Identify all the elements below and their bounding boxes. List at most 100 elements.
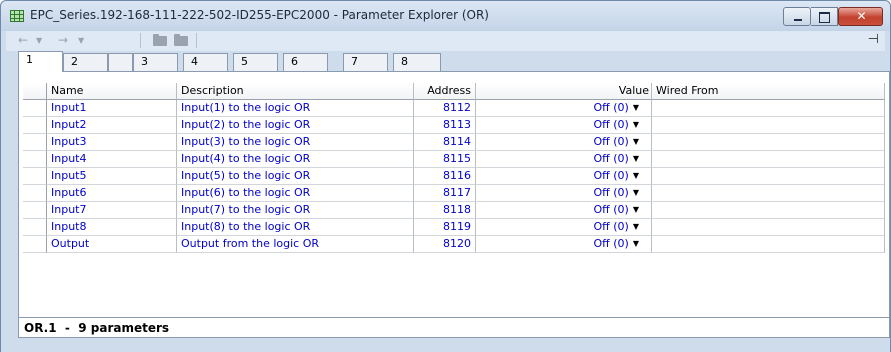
row-selector[interactable] — [23, 185, 47, 202]
maximize-button[interactable] — [811, 7, 838, 26]
param-address: 8120 — [414, 236, 476, 253]
param-address: 8113 — [414, 117, 476, 134]
param-description: Input(2) to the logic OR — [177, 117, 414, 134]
title-bar[interactable]: EPC_Series.192-168-111-222-502-ID255-EPC… — [1, 1, 890, 31]
param-wired-from — [652, 236, 885, 253]
row-selector[interactable] — [23, 151, 47, 168]
param-value-select[interactable]: Off (0) ▼ — [476, 168, 652, 185]
tab-7[interactable]: 7 — [343, 53, 388, 71]
table-row[interactable]: Input3 Input(3) to the logic OR 8114 Off… — [23, 134, 886, 151]
row-selector[interactable] — [23, 134, 47, 151]
param-value: Off (0) — [593, 135, 629, 148]
param-name: Input5 — [47, 168, 177, 185]
param-address: 8118 — [414, 202, 476, 219]
row-selector-header[interactable] — [23, 83, 47, 100]
param-wired-from — [652, 100, 885, 117]
tab-1[interactable]: 1 — [18, 51, 63, 72]
table-row[interactable]: Input8 Input(8) to the logic OR 8119 Off… — [23, 219, 886, 236]
table-row[interactable]: Input6 Input(6) to the logic OR 8117 Off… — [23, 185, 886, 202]
tab-8[interactable]: 8 — [393, 53, 441, 71]
column-header-description[interactable]: Description — [177, 83, 414, 100]
param-description: Input(5) to the logic OR — [177, 168, 414, 185]
param-address: 8114 — [414, 134, 476, 151]
chevron-down-icon[interactable]: ▼ — [633, 120, 639, 129]
tab-4[interactable]: 4 — [183, 53, 228, 71]
chevron-down-icon[interactable]: ▼ — [633, 154, 639, 163]
forward-arrow-icon[interactable]: → — [58, 33, 68, 48]
toolbar-separator — [140, 33, 141, 48]
row-selector[interactable] — [23, 202, 47, 219]
param-value: Off (0) — [593, 237, 629, 250]
param-value: Off (0) — [593, 101, 629, 114]
row-selector[interactable] — [23, 168, 47, 185]
param-value-select[interactable]: Off (0) ▼ — [476, 236, 652, 253]
chevron-down-icon[interactable]: ▼ — [633, 239, 639, 248]
param-value-select[interactable]: Off (0) ▼ — [476, 117, 652, 134]
param-value: Off (0) — [593, 169, 629, 182]
chevron-down-icon[interactable]: ▼ — [633, 188, 639, 197]
param-name: Input7 — [47, 202, 177, 219]
chevron-down-icon[interactable]: ▼ — [633, 222, 639, 231]
column-header-name[interactable]: Name — [47, 83, 177, 100]
row-selector[interactable] — [23, 117, 47, 134]
tab-5[interactable]: 5 — [233, 53, 278, 71]
forward-history-dropdown-icon[interactable]: ▼ — [78, 33, 84, 48]
pin-icon[interactable]: ⊣ — [868, 32, 879, 47]
param-wired-from — [652, 117, 885, 134]
param-description: Input(6) to the logic OR — [177, 185, 414, 202]
param-value-select[interactable]: Off (0) ▼ — [476, 134, 652, 151]
param-name: Input4 — [47, 151, 177, 168]
chevron-down-icon[interactable]: ▼ — [633, 103, 639, 112]
chevron-down-icon[interactable]: ▼ — [633, 137, 639, 146]
window-bottom-border — [1, 338, 890, 352]
tab-strip: 1 2 3 4 5 6 7 8 — [18, 51, 888, 72]
param-value-select[interactable]: Off (0) ▼ — [476, 151, 652, 168]
row-selector[interactable] — [23, 236, 47, 253]
minimize-button[interactable] — [783, 7, 811, 26]
param-address: 8119 — [414, 219, 476, 236]
column-header-value[interactable]: Value — [476, 83, 652, 100]
param-value: Off (0) — [593, 118, 629, 131]
param-address: 8112 — [414, 100, 476, 117]
table-row[interactable]: Input7 Input(7) to the logic OR 8118 Off… — [23, 202, 886, 219]
row-selector[interactable] — [23, 100, 47, 117]
param-address: 8115 — [414, 151, 476, 168]
param-description: Input(8) to the logic OR — [177, 219, 414, 236]
folder-open-icon[interactable] — [174, 34, 188, 46]
toolbar: ← ▼ → ▼ ⊣ — [6, 31, 885, 51]
table-row[interactable]: Input2 Input(2) to the logic OR 8113 Off… — [23, 117, 886, 134]
back-arrow-icon[interactable]: ← — [18, 33, 28, 48]
param-wired-from — [652, 168, 885, 185]
window-title: EPC_Series.192-168-111-222-502-ID255-EPC… — [30, 8, 489, 22]
chevron-down-icon[interactable]: ▼ — [633, 171, 639, 180]
tab-6[interactable]: 6 — [283, 53, 328, 71]
param-name: Output — [47, 236, 177, 253]
table-row[interactable]: Input5 Input(5) to the logic OR 8116 Off… — [23, 168, 886, 185]
param-description: Input(1) to the logic OR — [177, 100, 414, 117]
tab-spacer — [108, 53, 133, 71]
param-value-select[interactable]: Off (0) ▼ — [476, 202, 652, 219]
param-wired-from — [652, 185, 885, 202]
column-header-address[interactable]: Address — [414, 83, 476, 100]
param-value-select[interactable]: Off (0) ▼ — [476, 185, 652, 202]
status-bar: OR.1 - 9 parameters — [19, 317, 889, 337]
param-value-select[interactable]: Off (0) ▼ — [476, 219, 652, 236]
close-button[interactable] — [838, 7, 884, 26]
table-row[interactable]: Input1 Input(1) to the logic OR 8112 Off… — [23, 100, 886, 117]
param-wired-from — [652, 202, 885, 219]
table-row[interactable]: Output Output from the logic OR 8120 Off… — [23, 236, 886, 253]
tab-3[interactable]: 3 — [133, 53, 178, 71]
parameter-table-panel: Name Description Address Value Wired Fro… — [18, 71, 890, 338]
param-wired-from — [652, 219, 885, 236]
toolbar-separator — [196, 33, 197, 48]
folder-icon[interactable] — [153, 34, 167, 46]
param-name: Input6 — [47, 185, 177, 202]
param-name: Input1 — [47, 100, 177, 117]
back-history-dropdown-icon[interactable]: ▼ — [36, 33, 42, 48]
table-row[interactable]: Input4 Input(4) to the logic OR 8115 Off… — [23, 151, 886, 168]
column-header-wired-from[interactable]: Wired From — [652, 83, 885, 100]
chevron-down-icon[interactable]: ▼ — [633, 205, 639, 214]
tab-2[interactable]: 2 — [63, 53, 108, 71]
row-selector[interactable] — [23, 219, 47, 236]
param-value-select[interactable]: Off (0) ▼ — [476, 100, 652, 117]
